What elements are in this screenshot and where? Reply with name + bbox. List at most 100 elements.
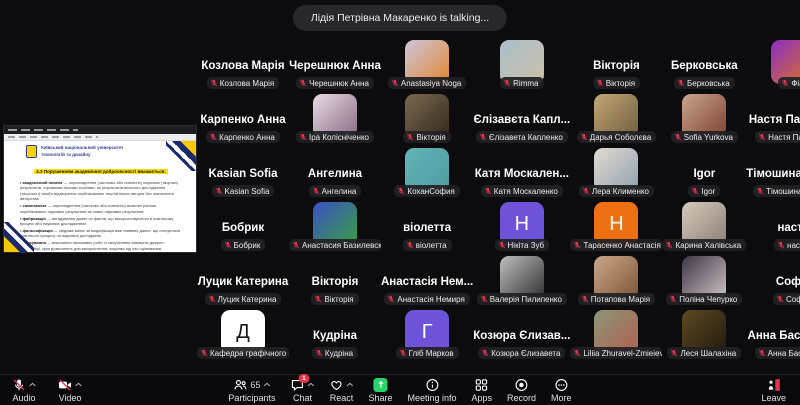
participant-tile[interactable]: Anastasiya Noga <box>381 36 473 90</box>
participant-tile[interactable]: КудрінаКудріна <box>289 306 381 360</box>
audio-button[interactable]: Audio <box>12 378 36 403</box>
participant-tile[interactable]: Дарья Соболєва <box>570 90 662 144</box>
participant-tile[interactable]: Козюра Єлизав... Козюра Єлизавета <box>473 306 570 360</box>
participant-name: Вікторія <box>312 276 359 288</box>
document-title: 4.3 Порушенням академічної доброчесності… <box>16 160 186 178</box>
name-pill: Поліна Чепурко <box>666 293 742 305</box>
info-icon <box>425 378 439 392</box>
name-pill-label: Єлізавета Капленко <box>489 133 563 142</box>
name-pill-label: Анна Басанська <box>768 349 800 358</box>
muted-mic-icon <box>580 133 588 141</box>
participant-name: Карпенко Анна <box>200 114 285 126</box>
participant-tile[interactable]: Rimma <box>473 36 570 90</box>
name-pill-label: Лера Клименко <box>592 187 649 196</box>
toolbar: Audio Video 65 <box>0 374 800 405</box>
participant-tile[interactable]: Вікторія <box>381 90 473 144</box>
participant-tile[interactable]: КоханСофия <box>381 144 473 198</box>
participant-tile[interactable]: Лера Клименко <box>570 144 662 198</box>
participant-tile[interactable]: IgorIgor <box>662 144 746 198</box>
participant-tile[interactable]: настянастя <box>746 198 800 252</box>
participant-tile[interactable]: Карина Халівська <box>662 198 746 252</box>
participant-tile[interactable]: Валерія Пилипенко <box>473 252 570 306</box>
document-header: Київський національний університет техно… <box>26 145 186 158</box>
participant-tile[interactable]: Тімошина ОленаТімошина Олена <box>746 144 800 198</box>
chevron-up-icon[interactable] <box>75 382 82 387</box>
participant-tile[interactable]: Луцик КатеринаЛуцик Катерина <box>197 252 289 306</box>
muted-mic-icon <box>406 241 414 249</box>
participant-tile[interactable]: Леся Шалахіна <box>662 306 746 360</box>
participant-name: Бобрик <box>222 222 264 234</box>
participant-tile[interactable]: ННікіта Зуб <box>473 198 570 252</box>
participant-tile[interactable]: Єлізавєта Капл...Єлізавета Капленко <box>473 90 570 144</box>
participant-tile[interactable]: Катя Москален...Катя Москаленко <box>473 144 570 198</box>
participant-tile[interactable]: Козлова МаріяКозлова Марія <box>197 36 289 90</box>
participant-tile[interactable]: Софія Софія <box>746 252 800 306</box>
shared-screen-window[interactable]: Київський національний університет техно… <box>4 126 196 252</box>
react-button[interactable]: React <box>329 378 353 403</box>
muted-mic-icon <box>299 79 307 87</box>
participant-tile[interactable]: Карпенко Анна Карпенко Анна <box>197 90 289 144</box>
participant-tile[interactable]: АнгелинаАнгелина <box>289 144 381 198</box>
participant-tile[interactable]: Фіа <box>746 36 800 90</box>
record-button[interactable]: Record <box>507 378 536 403</box>
muted-mic-icon <box>208 295 216 303</box>
participant-tile[interactable]: НТарасенко Анастасія <box>570 198 662 252</box>
participant-name: Тімошина Олена <box>746 168 800 180</box>
name-pill-label: Настя Палівода <box>768 133 800 142</box>
chevron-up-icon[interactable] <box>29 382 36 387</box>
participant-tile[interactable]: Анна БасанськаАнна Басанська <box>746 306 800 360</box>
participant-tile[interactable]: Kasian SofiaKasian Sofia <box>197 144 289 198</box>
name-pill: Anastasiya Noga <box>388 77 466 89</box>
participant-tile[interactable]: Liliia Zhuravel-Zmieieva <box>570 306 662 360</box>
participant-tile[interactable]: Потапова Марія <box>570 252 662 306</box>
name-pill-label: Igor <box>701 187 715 196</box>
participant-tile[interactable]: Анастасия Базилевска... <box>289 198 381 252</box>
name-pill: Карина Халівська <box>662 239 746 251</box>
doc-bullet: • фабрикація — вигадування даних чи факт… <box>20 216 182 227</box>
participant-tile[interactable]: Поліна Чепурко <box>662 252 746 306</box>
participant-tile[interactable]: Іра Колісніченко <box>289 90 381 144</box>
participant-name: Софія <box>776 276 800 288</box>
name-pill-label: Валерія Пилипенко <box>490 295 562 304</box>
name-pill-label: Тарасенко Анастасія <box>583 241 660 250</box>
name-pill-label: Анастасия Базилевска... <box>302 241 381 250</box>
video-button[interactable]: Video <box>58 378 82 403</box>
participant-tile[interactable]: Черешнюк АннаЧерешнюк Анна <box>289 36 381 90</box>
apps-icon <box>475 378 489 392</box>
participant-name: Козюра Єлизав... <box>473 330 570 342</box>
chevron-up-icon[interactable] <box>346 382 353 387</box>
chevron-up-icon[interactable] <box>307 382 314 387</box>
name-pill: Kasian Sofia <box>212 185 275 197</box>
name-pill-label: Бобрик <box>234 241 261 250</box>
participant-tile[interactable]: Настя ПаліводаНастя Палівода <box>746 90 800 144</box>
name-pill: Козюра Єлизавета <box>478 347 565 359</box>
name-pill-label: Карпенко Анна <box>219 133 275 142</box>
apps-button[interactable]: Apps <box>472 378 493 403</box>
participant-tile[interactable]: Анастасія Нем...Анастасія Немиря <box>381 252 473 306</box>
more-button[interactable]: More <box>551 378 572 403</box>
participant-tile[interactable]: ВікторіяВікторія <box>570 36 662 90</box>
muted-mic-icon <box>781 79 789 87</box>
participants-button[interactable]: 65 Participants <box>228 378 275 403</box>
share-button[interactable]: Share <box>368 378 392 403</box>
name-pill: Софія <box>773 293 800 305</box>
participant-tile[interactable]: ВікторіяВікторія <box>289 252 381 306</box>
participant-tile[interactable]: ДКафедра графічного д... <box>197 306 289 360</box>
participant-tile[interactable]: Бобрик Бобрик <box>197 198 289 252</box>
meeting-info-button[interactable]: Meeting info <box>407 378 456 403</box>
chat-button[interactable]: 1 Chat <box>290 378 314 403</box>
leave-button[interactable]: Leave <box>761 378 786 403</box>
participant-tile[interactable]: ГГліб Марков <box>381 306 473 360</box>
chevron-up-icon[interactable] <box>263 382 270 387</box>
name-pill-label: Черешнюк Анна <box>309 79 369 88</box>
participant-tile[interactable]: БерковськаБерковська <box>662 36 746 90</box>
name-pill: Анастасія Немиря <box>384 293 469 305</box>
leave-label: Leave <box>761 393 786 403</box>
participant-name: Козлова Марія <box>201 60 284 72</box>
name-pill-label: Луцик Катерина <box>218 295 277 304</box>
muted-mic-icon <box>209 133 217 141</box>
muted-mic-icon <box>573 241 581 249</box>
name-pill: Леся Шалахіна <box>667 347 741 359</box>
participant-tile[interactable]: віолеттавіолетта <box>381 198 473 252</box>
participant-tile[interactable]: Sofia Yurkova <box>662 90 746 144</box>
